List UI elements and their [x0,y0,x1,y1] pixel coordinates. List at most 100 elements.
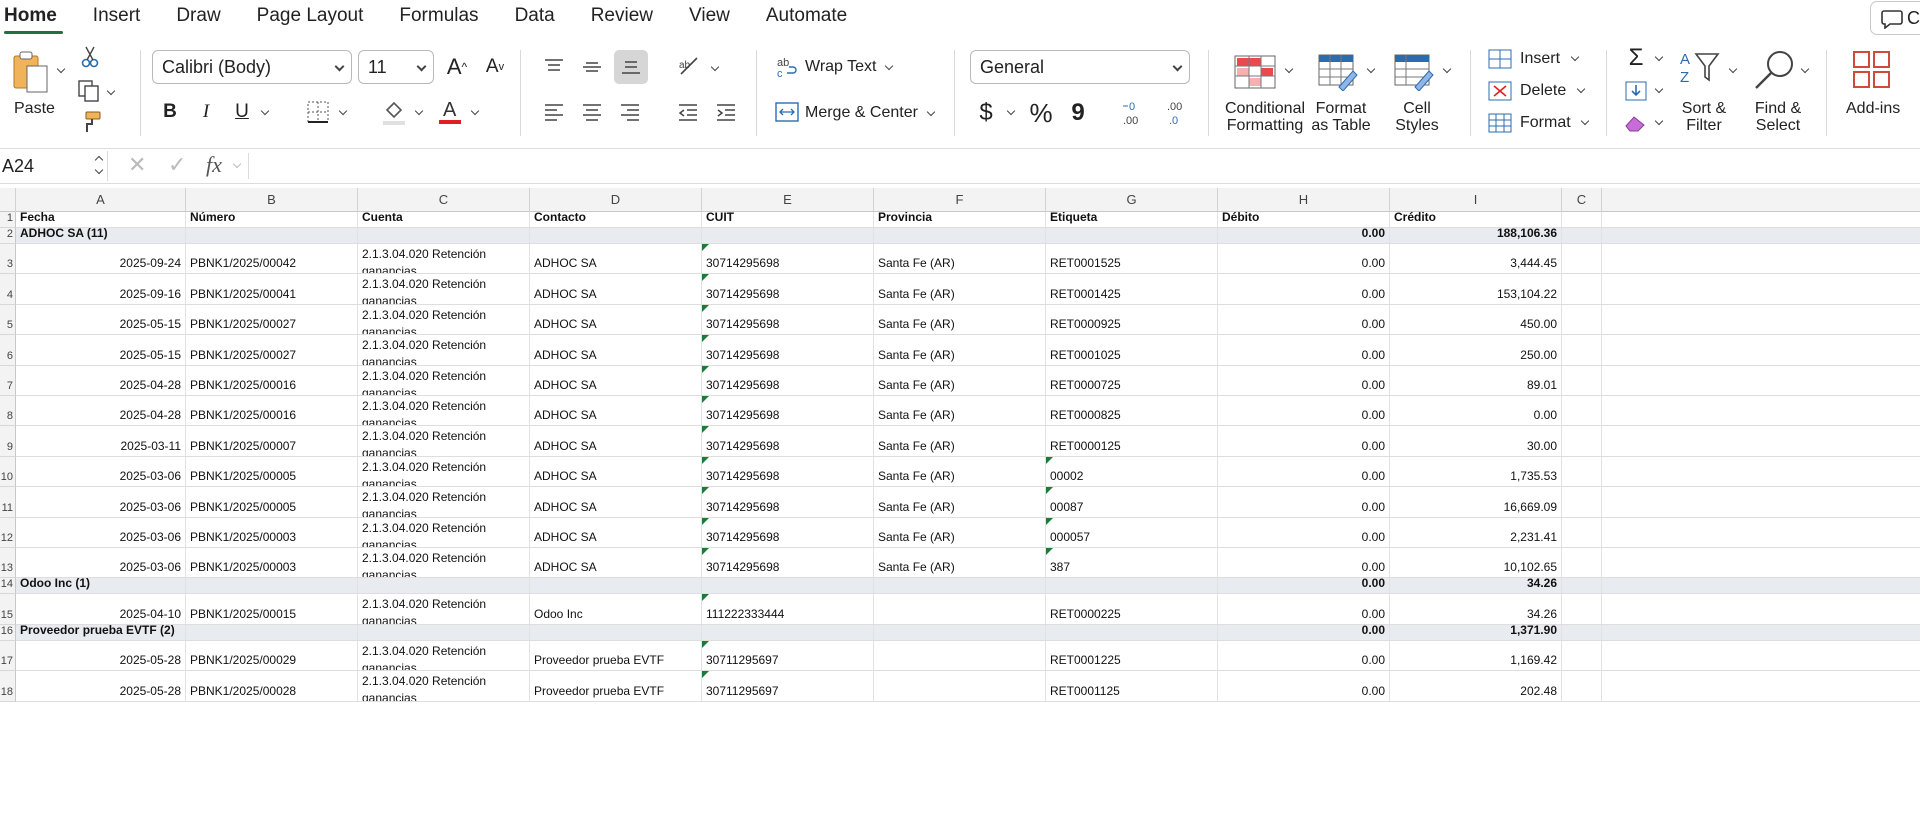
cell-i[interactable]: 16,669.09 [1390,487,1562,517]
cell-g[interactable]: RET0001525 [1046,244,1218,274]
cell-b[interactable]: PBNK1/2025/00041 [186,274,358,304]
cell-c[interactable] [358,578,530,594]
cell-c[interactable] [1562,594,1602,624]
comma-style-button[interactable]: 9 [1066,96,1090,130]
cell-styles-dropdown-icon[interactable] [1442,64,1452,74]
cell-a[interactable]: 2025-09-16 [16,274,186,304]
cell-c[interactable]: 2.1.3.04.020 Retención gananciasaplicada [358,594,530,624]
row-header[interactable]: 5 [0,304,16,336]
cell-i[interactable]: 250.00 [1390,335,1562,365]
cell-d[interactable]: ADHOC SA [530,426,702,456]
align-right-icon[interactable] [616,100,644,124]
cell-g[interactable]: 000057 [1046,517,1218,547]
cell-f[interactable]: Santa Fe (AR) [874,304,1046,335]
italic-button[interactable]: I [194,98,218,126]
cell-c[interactable]: 2.1.3.04.020 Retención gananciasaplicada [358,548,530,578]
wrap-text-icon[interactable]: ab c [774,54,800,80]
cell-c[interactable]: 2.1.3.04.020 Retención gananciasaplicada [358,456,530,487]
cell-c[interactable]: 2.1.3.04.020 Retención gananciasaplicada [358,244,530,274]
column-header-a[interactable]: A [16,188,186,212]
enter-icon[interactable]: ✓ [168,152,186,178]
cell-a[interactable]: 2025-04-28 [16,396,186,426]
cell-c[interactable] [358,228,530,243]
cell-g[interactable] [1046,624,1218,640]
select-all-corner[interactable] [0,188,16,212]
cell-b[interactable]: PBNK1/2025/00005 [186,456,358,487]
cell-c[interactable] [1562,517,1602,547]
cell-c[interactable] [1562,228,1602,243]
row-header[interactable]: 18 [0,671,16,702]
cell-e[interactable]: 30714295698 [702,244,874,274]
cell-d[interactable]: ADHOC SA [530,304,702,335]
cell-b[interactable]: PBNK1/2025/00016 [186,396,358,426]
cell-d[interactable]: Odoo Inc [530,594,702,624]
cell-c[interactable]: 2.1.3.04.020 Retención gananciasaplicada [358,426,530,456]
cell-g[interactable] [1046,228,1218,243]
cell-h[interactable]: 0.00 [1218,396,1390,426]
format-cells-icon[interactable] [1488,112,1512,134]
cell-c[interactable] [1562,487,1602,517]
wrap-text-dropdown-icon[interactable] [884,61,894,71]
cell-a[interactable]: Fecha [16,212,186,227]
cell-d[interactable]: Proveedor prueba EVTF [530,640,702,671]
align-top-icon[interactable] [540,54,568,80]
cell-a[interactable]: 2025-03-06 [16,548,186,578]
cell-a[interactable]: 2025-03-06 [16,456,186,487]
cell-c[interactable]: 2.1.3.04.020 Retención gananciasaplicada [358,396,530,426]
cell-i[interactable]: 202.48 [1390,671,1562,701]
cell-c[interactable] [1562,671,1602,701]
fill-color-icon[interactable] [380,98,408,126]
tab-data[interactable]: Data [497,0,573,34]
cell-h[interactable]: 0.00 [1218,594,1390,624]
orientation-icon[interactable]: ab [676,52,704,80]
autosum-dropdown-icon[interactable] [1654,52,1664,62]
cell-b[interactable]: PBNK1/2025/00027 [186,335,358,365]
row-header[interactable]: 16 [0,624,16,641]
increase-indent-icon[interactable] [712,100,740,124]
cell-a[interactable]: 2025-03-06 [16,517,186,547]
cell-c[interactable]: 2.1.3.04.020 Retención gananciasaplicada [358,671,530,701]
cell-c[interactable] [1562,396,1602,426]
cell-f[interactable] [874,578,1046,594]
fill-color-dropdown-icon[interactable] [414,106,424,116]
cell-f[interactable] [874,671,1046,701]
cell-e[interactable]: 30714295698 [702,304,874,335]
cell-c[interactable] [358,624,530,640]
cell-h[interactable]: 0.00 [1218,624,1390,640]
cell-d[interactable]: Contacto [530,212,702,227]
add-ins-icon[interactable] [1852,50,1892,90]
cell-c[interactable] [1562,624,1602,640]
column-header-f[interactable]: F [874,188,1046,212]
align-middle-icon[interactable] [578,54,606,80]
cell-e[interactable]: 30714295698 [702,426,874,456]
cell-a[interactable]: 2025-05-15 [16,304,186,335]
sort-filter-label[interactable]: Sort & Filter [1674,100,1734,134]
cell-e[interactable]: 30714295698 [702,548,874,578]
cell-c[interactable] [1562,365,1602,395]
cell-c[interactable] [1562,548,1602,578]
cell-b[interactable]: PBNK1/2025/00003 [186,517,358,547]
function-dropdown-icon[interactable] [232,159,242,169]
row-header[interactable]: 1 [0,212,16,228]
cell-c[interactable] [1562,578,1602,594]
insert-cells-label[interactable]: Insert [1520,50,1560,68]
number-format-combo[interactable]: General [970,50,1190,84]
cell-b[interactable]: PBNK1/2025/00029 [186,640,358,671]
cell-g[interactable]: RET0001025 [1046,335,1218,365]
cell-b[interactable]: PBNK1/2025/00007 [186,426,358,456]
cell-a[interactable]: 2025-05-15 [16,335,186,365]
row-header[interactable]: 14 [0,578,16,595]
cell-d[interactable] [530,228,702,243]
cell-h[interactable]: 0.00 [1218,456,1390,487]
merge-center-dropdown-icon[interactable] [926,107,936,117]
cell-f[interactable] [874,594,1046,624]
cell-e[interactable]: 30714295698 [702,335,874,365]
delete-cells-icon[interactable] [1488,80,1512,102]
cell-a[interactable]: 2025-05-28 [16,640,186,671]
tab-insert[interactable]: Insert [75,0,159,34]
cell-e[interactable] [702,578,874,594]
paste-dropdown-icon[interactable] [56,64,66,74]
cell-d[interactable] [530,578,702,594]
tab-page-layout[interactable]: Page Layout [239,0,382,34]
cell-e[interactable]: 30714295698 [702,456,874,487]
